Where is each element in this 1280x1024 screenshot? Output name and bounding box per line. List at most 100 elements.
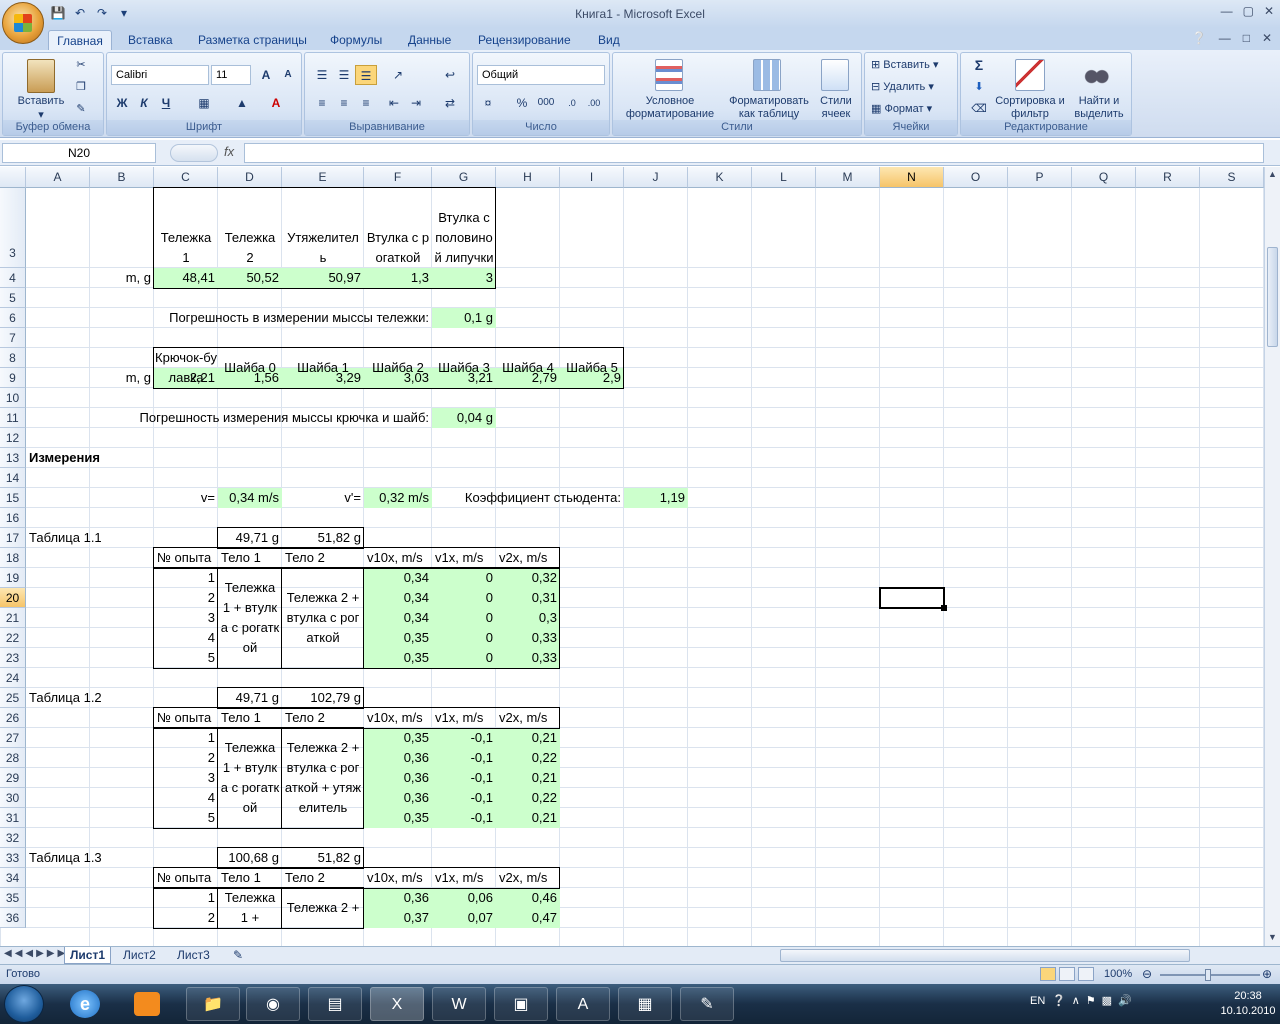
table-1-v10x-5[interactable]: 0,35 xyxy=(364,648,432,668)
mass-row-label[interactable]: m, g xyxy=(90,268,154,288)
cell-styles-button[interactable]: Стили ячеек xyxy=(813,95,859,121)
row-header-12[interactable]: 12 xyxy=(0,428,26,448)
washer-value-C[interactable]: 2,21 xyxy=(154,368,218,388)
italic-button[interactable]: К xyxy=(133,93,155,113)
fill-handle[interactable] xyxy=(941,605,947,611)
row-header-32[interactable]: 32 xyxy=(0,828,26,848)
column-header-B[interactable]: B xyxy=(90,167,154,188)
table-3-m2[interactable]: 51,82 g xyxy=(282,848,364,868)
table-2-v2x-2[interactable]: 0,22 xyxy=(496,748,560,768)
zoom-in-icon[interactable]: ⊕ xyxy=(1262,967,1272,981)
column-header-P[interactable]: P xyxy=(1008,167,1072,188)
thousands-button[interactable]: 000 xyxy=(535,93,557,113)
column-header-G[interactable]: G xyxy=(432,167,496,188)
table-2-body2[interactable]: Тележка 2 + втулка с рогаткой + утяжелит… xyxy=(282,728,364,828)
table-1-v2x-5[interactable]: 0,33 xyxy=(496,648,560,668)
minimize-icon[interactable]: — xyxy=(1221,4,1233,18)
table-2-v1x-3[interactable]: -0,1 xyxy=(432,768,496,788)
table-1-trial-1[interactable]: 1 xyxy=(154,568,218,588)
media-player-icon[interactable] xyxy=(134,992,160,1016)
row-header-27[interactable]: 27 xyxy=(0,728,26,748)
row-header-9[interactable]: 9 xyxy=(0,368,26,388)
table-2-v2x-5[interactable]: 0,21 xyxy=(496,808,560,828)
table-1-body2[interactable]: Тележка 2 + втулка с рогаткой xyxy=(282,568,364,668)
taskbar-calculator[interactable]: ▦ xyxy=(618,987,672,1021)
normal-view-icon[interactable] xyxy=(1040,967,1056,981)
tray-icons[interactable]: ❔∧⚑▩🔊 xyxy=(1052,994,1138,1007)
row-header-10[interactable]: 10 xyxy=(0,388,26,408)
table-3-header-F[interactable]: v10x, m/s xyxy=(364,868,432,888)
row-header-15[interactable]: 15 xyxy=(0,488,26,508)
sheet-nav-icons[interactable]: ◀◀◀▶▶▶ xyxy=(4,948,68,959)
table-1-header-E[interactable]: Тело 2 xyxy=(282,548,364,568)
scroll-up-icon[interactable]: ▲ xyxy=(1267,169,1278,181)
table-title-2[interactable]: Таблица 1.2 xyxy=(26,688,102,708)
row-header-22[interactable]: 22 xyxy=(0,628,26,648)
zoom-slider-thumb[interactable] xyxy=(1205,969,1211,981)
table-1-v2x-2[interactable]: 0,31 xyxy=(496,588,560,608)
mass-value-C[interactable]: 48,41 xyxy=(154,268,218,288)
row-header-25[interactable]: 25 xyxy=(0,688,26,708)
table-1-v10x-2[interactable]: 0,34 xyxy=(364,588,432,608)
taskbar-acrobat[interactable]: A xyxy=(556,987,610,1021)
row-header-30[interactable]: 30 xyxy=(0,788,26,808)
column-header-C[interactable]: C xyxy=(154,167,218,188)
office-button[interactable] xyxy=(2,2,44,44)
row-header-3[interactable]: 3 xyxy=(0,188,26,268)
table-2-trial-4[interactable]: 4 xyxy=(154,788,218,808)
table-2-trial-5[interactable]: 5 xyxy=(154,808,218,828)
table-2-v2x-4[interactable]: 0,22 xyxy=(496,788,560,808)
horizontal-scroll-thumb[interactable] xyxy=(780,949,1190,962)
table-2-header-D[interactable]: Тело 1 xyxy=(218,708,282,728)
table-1-v1x-2[interactable]: 0 xyxy=(432,588,496,608)
table-2-v10x-4[interactable]: 0,36 xyxy=(364,788,432,808)
column-header-M[interactable]: M xyxy=(816,167,880,188)
workbook-close-icon[interactable]: ✕ xyxy=(1262,31,1272,45)
column-header-R[interactable]: R xyxy=(1136,167,1200,188)
row-header-19[interactable]: 19 xyxy=(0,568,26,588)
washer-value-D[interactable]: 1,56 xyxy=(218,368,282,388)
table-2-v10x-3[interactable]: 0,36 xyxy=(364,768,432,788)
table-3-v10x-1[interactable]: 0,36 xyxy=(364,888,432,908)
table-3-body2[interactable]: Тележка 2 + xyxy=(282,888,364,928)
column-header-H[interactable]: H xyxy=(496,167,560,188)
washer-row-label[interactable]: m, g xyxy=(90,368,154,388)
table-2-v10x-1[interactable]: 0,35 xyxy=(364,728,432,748)
table-1-v2x-3[interactable]: 0,3 xyxy=(496,608,560,628)
ie-icon[interactable]: e xyxy=(70,990,100,1018)
table-3-header-G[interactable]: v1x, m/s xyxy=(432,868,496,888)
table-1-v1x-3[interactable]: 0 xyxy=(432,608,496,628)
row-header-8[interactable]: 8 xyxy=(0,348,26,368)
table-1-v2x-4[interactable]: 0,33 xyxy=(496,628,560,648)
measurements-heading[interactable]: Измерения xyxy=(26,448,100,468)
shrink-font-icon[interactable]: A xyxy=(277,65,299,85)
v-label[interactable]: v= xyxy=(154,488,218,508)
table-title-3[interactable]: Таблица 1.3 xyxy=(26,848,102,868)
table-3-v10x-2[interactable]: 0,37 xyxy=(364,908,432,928)
table-2-v1x-1[interactable]: -0,1 xyxy=(432,728,496,748)
table-1-header-D[interactable]: Тело 1 xyxy=(218,548,282,568)
table-1-v1x-5[interactable]: 0 xyxy=(432,648,496,668)
mass-header-E[interactable]: Утяжелитель xyxy=(282,188,364,268)
row-header-16[interactable]: 16 xyxy=(0,508,26,528)
table-2-v1x-2[interactable]: -0,1 xyxy=(432,748,496,768)
table-1-body1[interactable]: Тележка 1 + втулка с рогаткой xyxy=(218,568,282,668)
column-header-K[interactable]: K xyxy=(688,167,752,188)
clear-icon[interactable]: ⌫ xyxy=(967,103,991,116)
row-header-34[interactable]: 34 xyxy=(0,868,26,888)
help-icon[interactable]: ❔ xyxy=(1192,31,1207,45)
row-header-23[interactable]: 23 xyxy=(0,648,26,668)
close-icon[interactable]: ✕ xyxy=(1264,4,1274,18)
format-as-table-button[interactable]: Форматировать как таблицу xyxy=(723,95,815,121)
table-3-body1[interactable]: Тележка 1 + xyxy=(218,888,282,928)
sheet-tab-3[interactable]: Лист3 xyxy=(172,947,215,964)
taskbar-winrar[interactable]: ▤ xyxy=(308,987,362,1021)
table-1-trial-5[interactable]: 5 xyxy=(154,648,218,668)
table-2-v2x-1[interactable]: 0,21 xyxy=(496,728,560,748)
conditional-format-button[interactable]: Условное форматирование xyxy=(615,95,725,121)
column-header-E[interactable]: E xyxy=(282,167,364,188)
align-center-icon[interactable]: ≡ xyxy=(333,93,355,113)
mass-header-G[interactable]: Втулка с половиной липучки xyxy=(432,188,496,268)
orientation-icon[interactable]: ↗ xyxy=(387,65,409,85)
table-1-header-F[interactable]: v10x, m/s xyxy=(364,548,432,568)
